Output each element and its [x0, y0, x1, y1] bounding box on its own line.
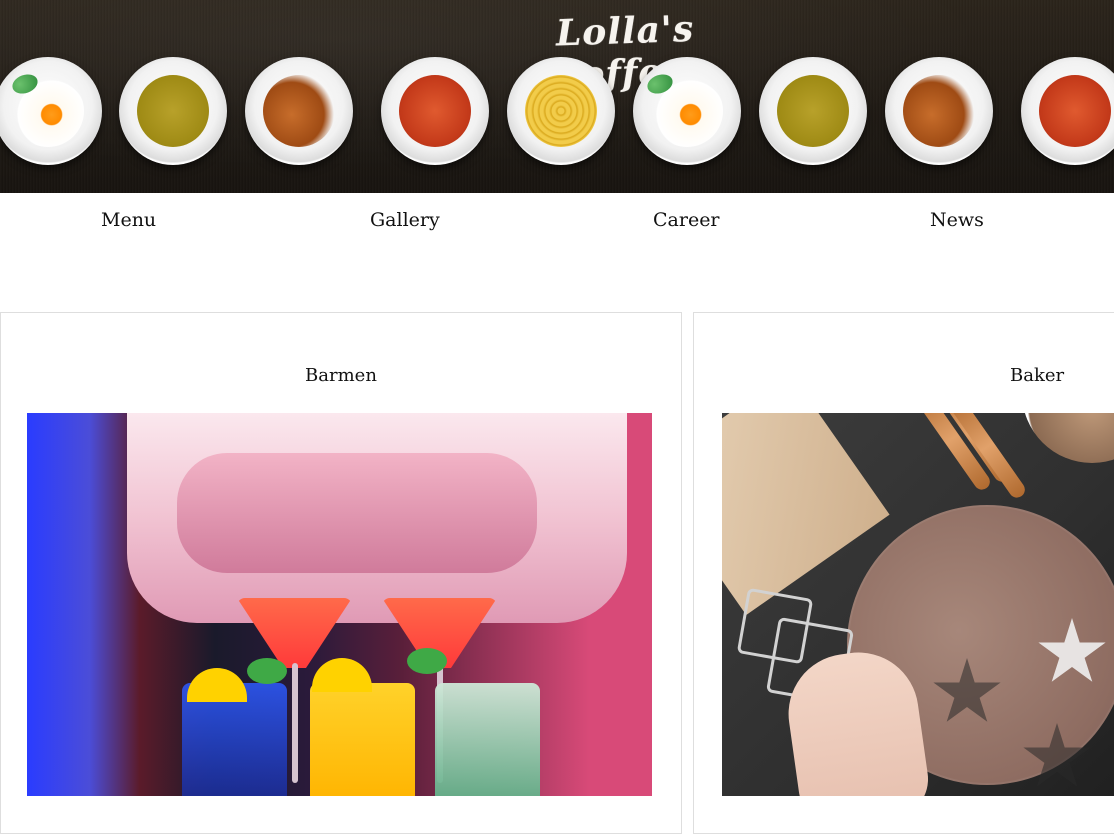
main-navigation: Menu Gallery Career News: [0, 193, 1114, 263]
site-logo[interactable]: Lolla's coffee: [555, 3, 817, 97]
martini-glass-left: [237, 598, 352, 668]
tomato-soup: [399, 75, 471, 147]
nav-item-menu[interactable]: Menu: [101, 209, 156, 231]
job-card-baker[interactable]: Baker: [693, 312, 1114, 834]
job-card-barmen[interactable]: Barmen: [0, 312, 682, 834]
yellow-cocktail-glass: [310, 683, 415, 796]
barmen-photo: [27, 413, 652, 796]
croissant-2: [903, 75, 975, 147]
card-title-baker: Baker: [1010, 365, 1065, 386]
plate-tomato-soup-image-2: [1021, 57, 1114, 165]
martini-stem-left: [292, 663, 298, 783]
baker-photo: [722, 413, 1114, 796]
plate-croissant-image-2: [885, 57, 993, 165]
tomato-soup-2: [1039, 75, 1111, 147]
plate-spaghetti-image: [507, 57, 615, 165]
nav-item-news[interactable]: News: [930, 209, 984, 231]
mint-garnish-left: [247, 658, 287, 684]
lemon-slice-mid: [312, 658, 372, 692]
plate-croissant-image: [245, 57, 353, 165]
plate-egg-image-2: [633, 57, 741, 165]
soup-2: [777, 75, 849, 147]
plate-egg-image: [0, 57, 102, 165]
plate-soup-image-2: [759, 57, 867, 165]
card-title-barmen: Barmen: [305, 365, 377, 386]
plate-tomato-soup-image: [381, 57, 489, 165]
green-cocktail-glass: [435, 683, 540, 796]
flour-bowl: [1022, 413, 1114, 463]
spaghetti: [525, 75, 597, 147]
nav-item-gallery[interactable]: Gallery: [370, 209, 440, 231]
lemon-slice-left: [187, 668, 247, 702]
nav-item-career[interactable]: Career: [653, 209, 720, 231]
plate-soup-image: [119, 57, 227, 165]
mint-garnish-right: [407, 648, 447, 674]
bartender-arms: [177, 453, 537, 573]
croissant: [263, 75, 335, 147]
header-banner: Lolla's coffee: [0, 0, 1114, 193]
soup: [137, 75, 209, 147]
